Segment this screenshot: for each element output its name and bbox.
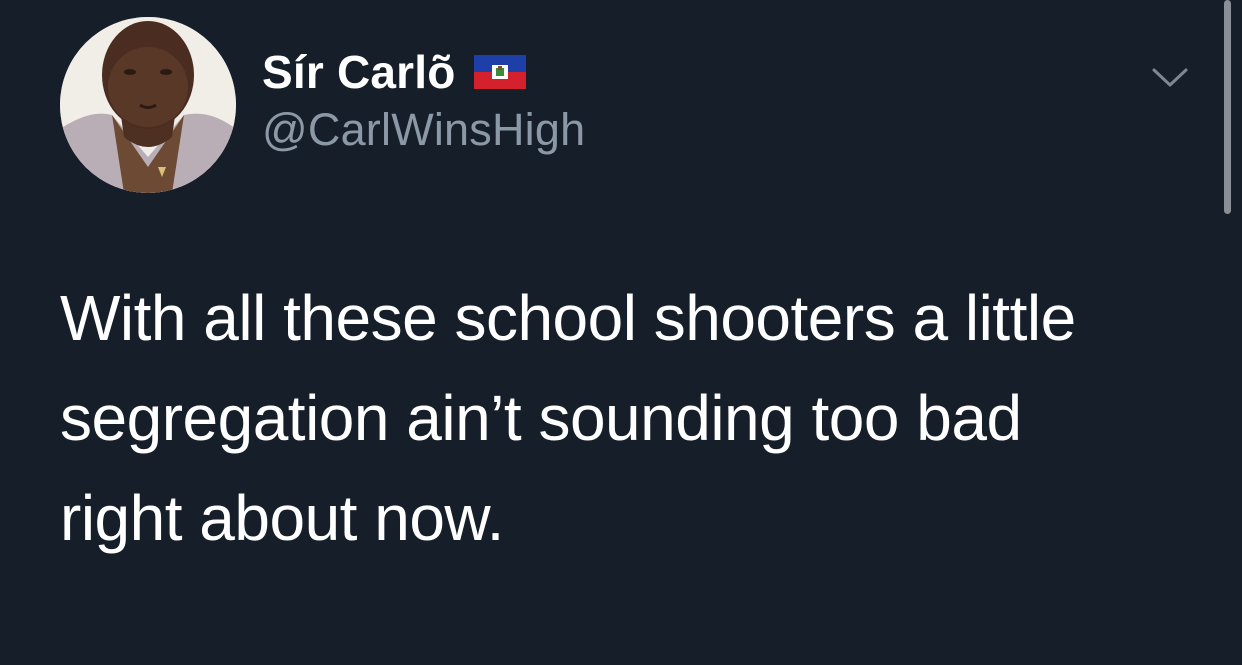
tweet-text: With all these school shooters a little … bbox=[60, 282, 1076, 554]
display-name[interactable]: Sír Carlõ bbox=[262, 45, 456, 99]
scrollbar[interactable] bbox=[1224, 0, 1231, 214]
avatar[interactable] bbox=[60, 17, 236, 193]
user-name-row: Sír Carlõ bbox=[262, 42, 526, 102]
user-handle[interactable]: @CarlWinsHigh bbox=[262, 104, 585, 156]
avatar-image bbox=[60, 17, 236, 193]
haiti-flag-icon bbox=[473, 54, 526, 94]
chevron-down-icon[interactable] bbox=[1150, 62, 1190, 92]
tweet-card: Sír Carlõ @CarlWinsHigh With all these s… bbox=[0, 0, 1242, 665]
